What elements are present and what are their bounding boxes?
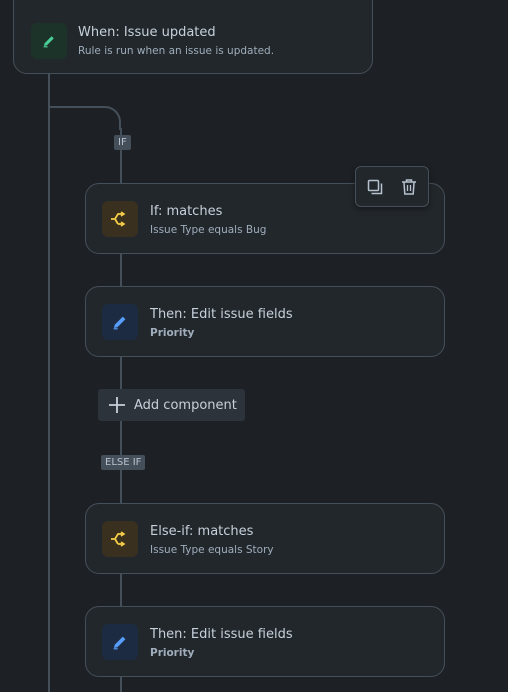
- delete-button[interactable]: [397, 175, 421, 199]
- condition-icon-box: [102, 521, 138, 557]
- plus-icon: [109, 397, 125, 413]
- action-icon-box: [102, 624, 138, 660]
- else-if-badge: ELSE IF: [101, 455, 146, 470]
- action-card-1[interactable]: Then: Edit issue fields Priority: [85, 286, 445, 357]
- trigger-card[interactable]: When: Issue updated Rule is run when an …: [13, 0, 373, 74]
- pencil-icon: [113, 636, 126, 650]
- trigger-subtitle: Rule is run when an issue is updated.: [78, 45, 275, 57]
- trigger-title: When: Issue updated: [78, 25, 216, 40]
- else-if-condition-subtitle: Issue Type equals Story: [150, 544, 274, 556]
- action-1-subtitle: Priority: [150, 327, 195, 339]
- action-2-title: Then: Edit issue fields: [150, 627, 293, 642]
- if-badge: IF: [114, 135, 131, 150]
- card-toolbar: [355, 166, 429, 207]
- pencil-icon: [43, 36, 54, 48]
- branch-condition-icon: [111, 211, 126, 227]
- action-icon-box: [102, 304, 138, 340]
- action-1-title: Then: Edit issue fields: [150, 307, 293, 322]
- branch-connector-curve: [49, 106, 121, 130]
- action-card-2[interactable]: Then: Edit issue fields Priority: [85, 606, 445, 677]
- if-condition-title: If: matches: [150, 204, 223, 219]
- action-2-subtitle: Priority: [150, 647, 195, 659]
- add-component-button[interactable]: Add component: [98, 389, 245, 421]
- if-condition-subtitle: Issue Type equals Bug: [150, 224, 267, 236]
- condition-icon-box: [102, 201, 138, 237]
- trigger-icon-box: [31, 23, 67, 59]
- copy-icon: [367, 179, 383, 195]
- else-if-condition-card[interactable]: Else-if: matches Issue Type equals Story: [85, 503, 445, 574]
- add-component-label: Add component: [134, 397, 237, 413]
- pencil-icon: [113, 316, 126, 330]
- branch-condition-icon: [111, 531, 126, 547]
- main-connector-line: [48, 74, 50, 692]
- trash-icon: [402, 179, 416, 195]
- else-if-condition-title: Else-if: matches: [150, 524, 254, 539]
- copy-button[interactable]: [363, 175, 387, 199]
